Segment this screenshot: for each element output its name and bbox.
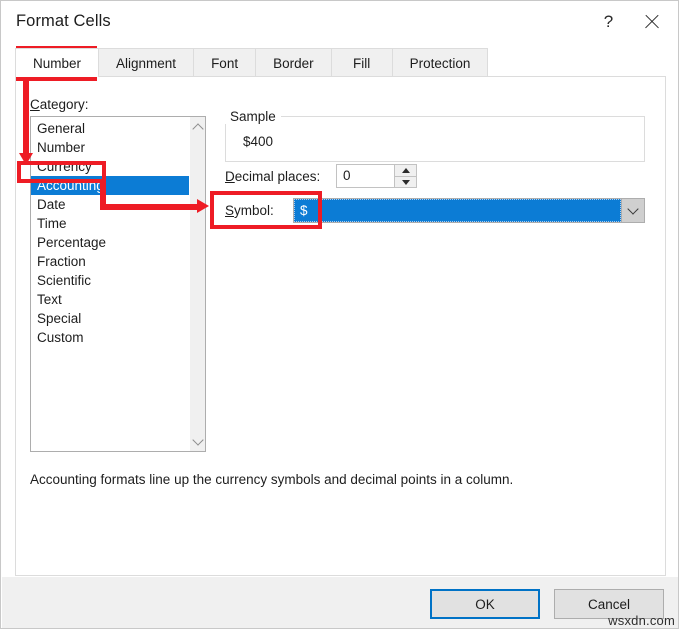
list-item[interactable]: Text bbox=[31, 290, 190, 309]
category-listbox[interactable]: General Number Currency Accounting Date … bbox=[30, 116, 206, 452]
list-item[interactable]: Percentage bbox=[31, 233, 190, 252]
dialog-footer: OK Cancel wsxdn.com bbox=[2, 577, 678, 628]
list-item[interactable]: Time bbox=[31, 214, 190, 233]
scroll-up-icon[interactable] bbox=[190, 119, 205, 135]
tab-alignment[interactable]: Alignment bbox=[98, 48, 195, 77]
tab-border[interactable]: Border bbox=[255, 48, 332, 77]
spin-down-icon[interactable] bbox=[395, 176, 416, 188]
spin-up-icon[interactable] bbox=[395, 165, 416, 176]
sample-value: $400 bbox=[243, 134, 274, 149]
category-description: Accounting formats line up the currency … bbox=[30, 472, 514, 487]
tab-number[interactable]: Number bbox=[15, 48, 100, 77]
watermark: wsxdn.com bbox=[608, 613, 675, 628]
list-item[interactable]: General bbox=[31, 119, 190, 138]
decimal-places-stepper[interactable]: 0 bbox=[336, 164, 417, 188]
symbol-label: Symbol: bbox=[225, 203, 274, 218]
format-cells-dialog: Format Cells ? Number Alignment Font Bor… bbox=[0, 0, 679, 629]
title-bar: Format Cells ? bbox=[2, 2, 678, 41]
close-icon bbox=[643, 13, 660, 30]
category-label: Category: bbox=[30, 97, 89, 112]
symbol-combobox[interactable]: $ bbox=[293, 198, 645, 223]
list-item[interactable]: Special bbox=[31, 309, 190, 328]
list-item-accounting[interactable]: Accounting bbox=[31, 176, 190, 195]
number-tab-panel: Category: General Number Currency Accoun… bbox=[15, 76, 666, 576]
help-icon[interactable]: ? bbox=[586, 2, 631, 41]
decimal-places-spin-buttons bbox=[394, 165, 416, 187]
scroll-down-icon[interactable] bbox=[190, 433, 205, 449]
chevron-down-icon[interactable] bbox=[621, 199, 644, 222]
list-item[interactable]: Number bbox=[31, 138, 190, 157]
category-list-items: General Number Currency Accounting Date … bbox=[31, 119, 190, 347]
tab-fill[interactable]: Fill bbox=[330, 48, 393, 77]
symbol-selected-value[interactable]: $ bbox=[294, 199, 621, 222]
tab-strip: Number Alignment Font Border Fill Protec… bbox=[15, 48, 489, 77]
decimal-places-value: 0 bbox=[343, 168, 351, 183]
tab-font[interactable]: Font bbox=[193, 48, 257, 77]
tab-protection[interactable]: Protection bbox=[391, 48, 489, 77]
dialog-title: Format Cells bbox=[16, 12, 111, 30]
decimal-places-label: Decimal places: bbox=[225, 169, 321, 184]
list-item[interactable]: Currency bbox=[31, 157, 190, 176]
sample-groupbox bbox=[225, 116, 645, 162]
list-item[interactable]: Scientific bbox=[31, 271, 190, 290]
list-item[interactable]: Date bbox=[31, 195, 190, 214]
category-scrollbar[interactable] bbox=[189, 117, 205, 451]
ok-button[interactable]: OK bbox=[430, 589, 540, 619]
close-button[interactable] bbox=[629, 2, 674, 41]
list-item[interactable]: Fraction bbox=[31, 252, 190, 271]
list-item[interactable]: Custom bbox=[31, 328, 190, 347]
symbol-value-text: $ bbox=[300, 202, 308, 218]
sample-label: Sample bbox=[225, 109, 281, 124]
